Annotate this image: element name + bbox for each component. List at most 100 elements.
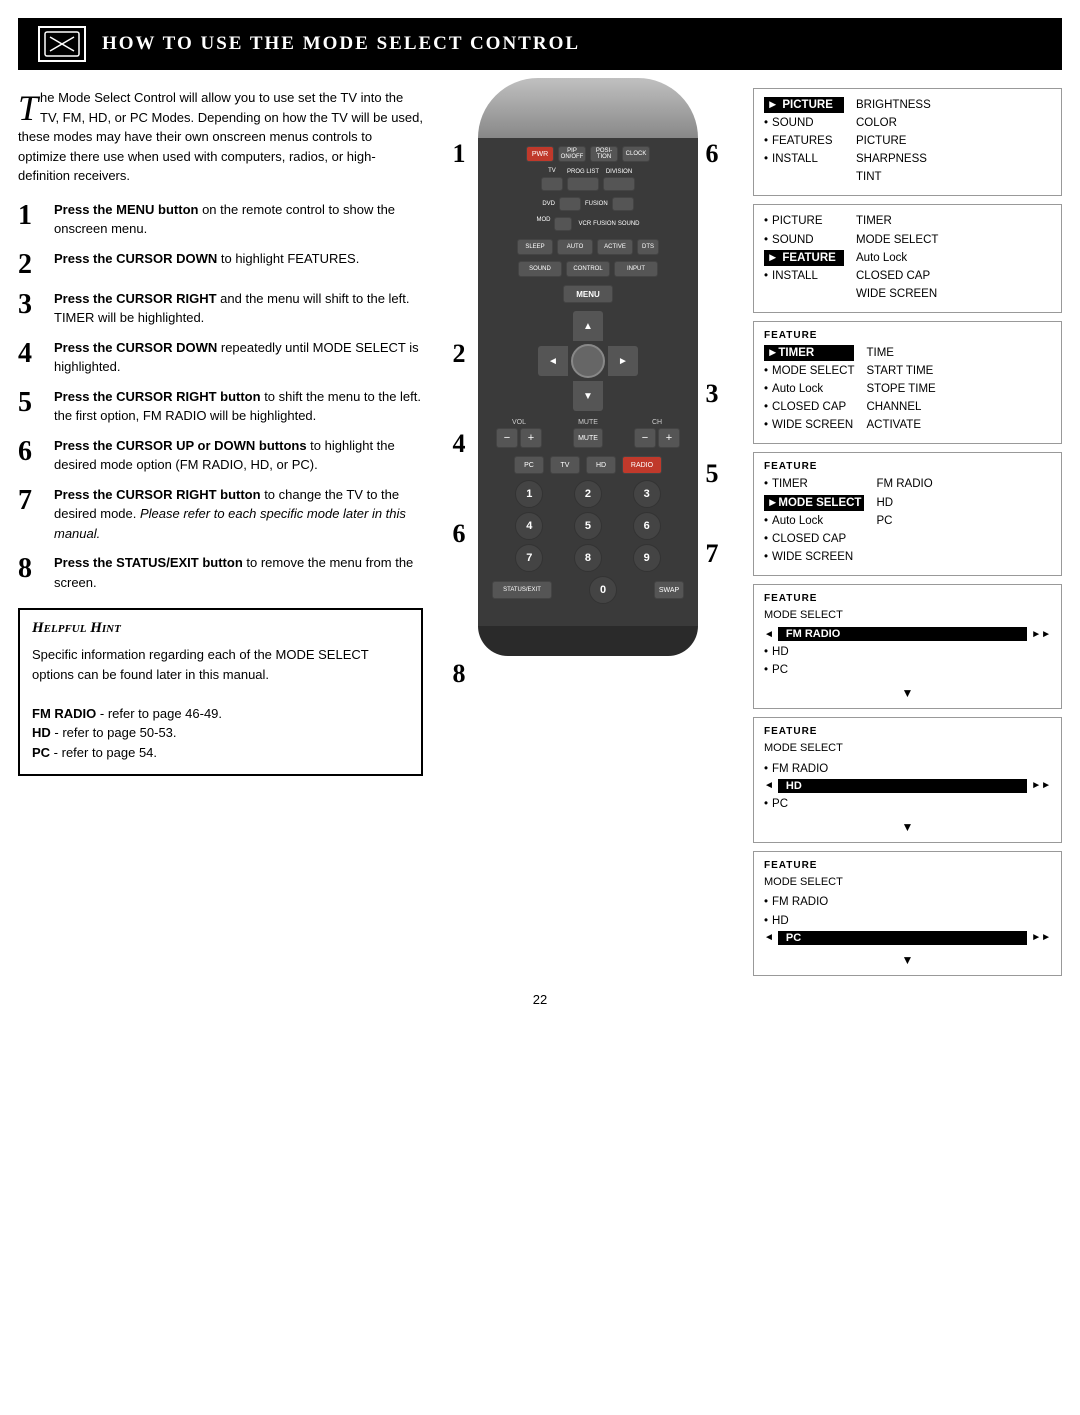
auto-button[interactable]: AUTO bbox=[557, 239, 593, 255]
step-num-4: 4 bbox=[18, 340, 46, 368]
menu-item-hd-7: • HD bbox=[764, 913, 1051, 929]
remote-step-4: 4 bbox=[443, 428, 475, 460]
menu-button[interactable]: MENU bbox=[563, 285, 613, 303]
down-arrow-5: ▼ bbox=[764, 686, 1051, 700]
num-7-button[interactable]: 7 bbox=[515, 544, 543, 572]
remote-illustration: 1 6 2 4 6 3 5 7 8 bbox=[443, 78, 733, 838]
cursor-left-button[interactable]: ◄ bbox=[538, 346, 568, 376]
pc-mode-button[interactable]: PC bbox=[514, 456, 544, 474]
ch-up-button[interactable]: + bbox=[658, 428, 680, 448]
step-num-1: 1 bbox=[18, 202, 46, 230]
menu-item-feature-hl: ► FEATURE bbox=[764, 250, 844, 266]
num-4-button[interactable]: 4 bbox=[515, 512, 543, 540]
position-button[interactable]: POSI-TION bbox=[590, 146, 618, 162]
step-text-6: Press the CURSOR UP or DOWN buttons to h… bbox=[54, 436, 423, 475]
sound-ctrl-button[interactable]: SOUND bbox=[518, 261, 562, 277]
step-text-2: Press the CURSOR DOWN to highlight FEATU… bbox=[54, 249, 423, 269]
menu-item-features-1: • FEATURES bbox=[764, 133, 844, 149]
status-exit-button[interactable]: STATUS/EXIT bbox=[492, 581, 552, 599]
step-num-7: 7 bbox=[18, 487, 46, 515]
sound-button[interactable] bbox=[612, 197, 634, 211]
remote-step-3: 3 bbox=[696, 378, 728, 410]
swap-button[interactable]: SWAP bbox=[654, 581, 684, 599]
menu-item-auto-lock-4: • Auto Lock bbox=[764, 513, 864, 529]
num-1-button[interactable]: 1 bbox=[515, 480, 543, 508]
active-button[interactable]: ACTIVE bbox=[597, 239, 633, 255]
vol-down-button[interactable]: − bbox=[496, 428, 518, 448]
dvd-button[interactable] bbox=[559, 197, 581, 211]
menu-item-stope-time: STOPE TIME bbox=[866, 381, 935, 397]
menu-item-sound-2: • SOUND bbox=[764, 232, 844, 248]
menu-item-brightness: BRIGHTNESS bbox=[856, 97, 931, 113]
dts-button[interactable]: DTS bbox=[637, 239, 659, 255]
mute-button[interactable]: MUTE bbox=[573, 428, 603, 448]
menu-label-4: FEATURE bbox=[764, 461, 1051, 472]
menu-item-mode-select-hl: ► MODE SELECT bbox=[764, 495, 864, 511]
remote-step-2: 2 bbox=[443, 338, 475, 370]
mode-select-label-6: MODE SELECT bbox=[764, 741, 1051, 756]
left-column: The Mode Select Control will allow you t… bbox=[18, 88, 433, 976]
sleep-button[interactable]: SLEEP bbox=[517, 239, 553, 255]
num-9-button[interactable]: 9 bbox=[633, 544, 661, 572]
menu-box-4: FEATURE • TIMER ► MODE SELECT • Auto Loc… bbox=[753, 452, 1062, 575]
control-button[interactable]: CONTROL bbox=[566, 261, 610, 277]
tv-mode-button[interactable]: TV bbox=[550, 456, 580, 474]
step-2: 2 Press the CURSOR DOWN to highlight FEA… bbox=[18, 249, 423, 279]
menu-item-channel: CHANNEL bbox=[866, 399, 935, 415]
vol-up-button[interactable]: + bbox=[520, 428, 542, 448]
drop-cap: T bbox=[18, 90, 38, 126]
cursor-right-button[interactable]: ► bbox=[608, 346, 638, 376]
helpful-hint-box: Helpful Hint Specific information regard… bbox=[18, 608, 423, 776]
division-button[interactable] bbox=[603, 177, 635, 191]
step-text-7: Press the CURSOR RIGHT button to change … bbox=[54, 485, 423, 544]
pc-arrow-right: ►► bbox=[1031, 932, 1051, 943]
input-button[interactable]: INPUT bbox=[614, 261, 658, 277]
num-2-button[interactable]: 2 bbox=[574, 480, 602, 508]
num-3-button[interactable]: 3 bbox=[633, 480, 661, 508]
step-3: 3 Press the CURSOR RIGHT and the menu wi… bbox=[18, 289, 423, 328]
pip-button[interactable]: PIPON/OFF bbox=[558, 146, 586, 162]
intro-text: he Mode Select Control will allow you to… bbox=[18, 90, 423, 183]
num-8-button[interactable]: 8 bbox=[574, 544, 602, 572]
prog-list-button[interactable] bbox=[567, 177, 599, 191]
menu-item-fm-radio-4: FM RADIO bbox=[876, 476, 932, 492]
hd-mode-button[interactable]: HD bbox=[586, 456, 616, 474]
step-num-8: 8 bbox=[18, 555, 46, 583]
num-0-button[interactable]: 0 bbox=[589, 576, 617, 604]
menu-box-1: ► PICTURE • SOUND • FEATURES • INSTALL B… bbox=[753, 88, 1062, 196]
cursor-up-button[interactable]: ▲ bbox=[573, 311, 603, 341]
step-1: 1 Press the MENU button on the remote co… bbox=[18, 200, 423, 239]
menu-item-timer-2: TIMER bbox=[856, 213, 938, 229]
steps-list: 1 Press the MENU button on the remote co… bbox=[18, 200, 423, 593]
cursor-down-button[interactable]: ▼ bbox=[573, 381, 603, 411]
fm-radio-arrow-right: ►► bbox=[1031, 629, 1051, 640]
menu-box-3: FEATURE ► TIMER • MODE SELECT • Auto Loc… bbox=[753, 321, 1062, 444]
num-6-button[interactable]: 6 bbox=[633, 512, 661, 540]
menu-item-time-3: TIME bbox=[866, 345, 935, 361]
mod-button[interactable] bbox=[554, 217, 572, 231]
hint-title: Helpful Hint bbox=[32, 620, 409, 637]
center-column: 1 6 2 4 6 3 5 7 8 bbox=[433, 88, 743, 976]
mode-select-label-7: MODE SELECT bbox=[764, 875, 1051, 890]
power-button[interactable]: PWR bbox=[526, 146, 554, 162]
menu-item-wide-screen-4: • WIDE SCREEN bbox=[764, 549, 864, 565]
tv-button[interactable] bbox=[541, 177, 563, 191]
hd-arrow-left: ◄ bbox=[764, 780, 774, 791]
ch-down-button[interactable]: − bbox=[634, 428, 656, 448]
step-text-3: Press the CURSOR RIGHT and the menu will… bbox=[54, 289, 423, 328]
clock-button[interactable]: CLOCK bbox=[622, 146, 650, 162]
cursor-center bbox=[571, 344, 605, 378]
menu-item-closed-cap-2: CLOSED CAP bbox=[856, 268, 938, 284]
step-5: 5 Press the CURSOR RIGHT button to shift… bbox=[18, 387, 423, 426]
pc-arrow-left: ◄ bbox=[764, 932, 774, 943]
step-num-5: 5 bbox=[18, 389, 46, 417]
menu-item-mode-select-2: MODE SELECT bbox=[856, 232, 938, 248]
page-header: How to Use the Mode Select Control bbox=[18, 18, 1062, 70]
mode-select-label-5: MODE SELECT bbox=[764, 608, 1051, 623]
menu-item-color: COLOR bbox=[856, 115, 931, 131]
remote-step-5: 5 bbox=[696, 458, 728, 490]
menu-label-5: FEATURE bbox=[764, 593, 1051, 604]
radio-button[interactable]: RADIO bbox=[622, 456, 662, 474]
num-5-button[interactable]: 5 bbox=[574, 512, 602, 540]
step-text-8: Press the STATUS/EXIT button to remove t… bbox=[54, 553, 423, 592]
